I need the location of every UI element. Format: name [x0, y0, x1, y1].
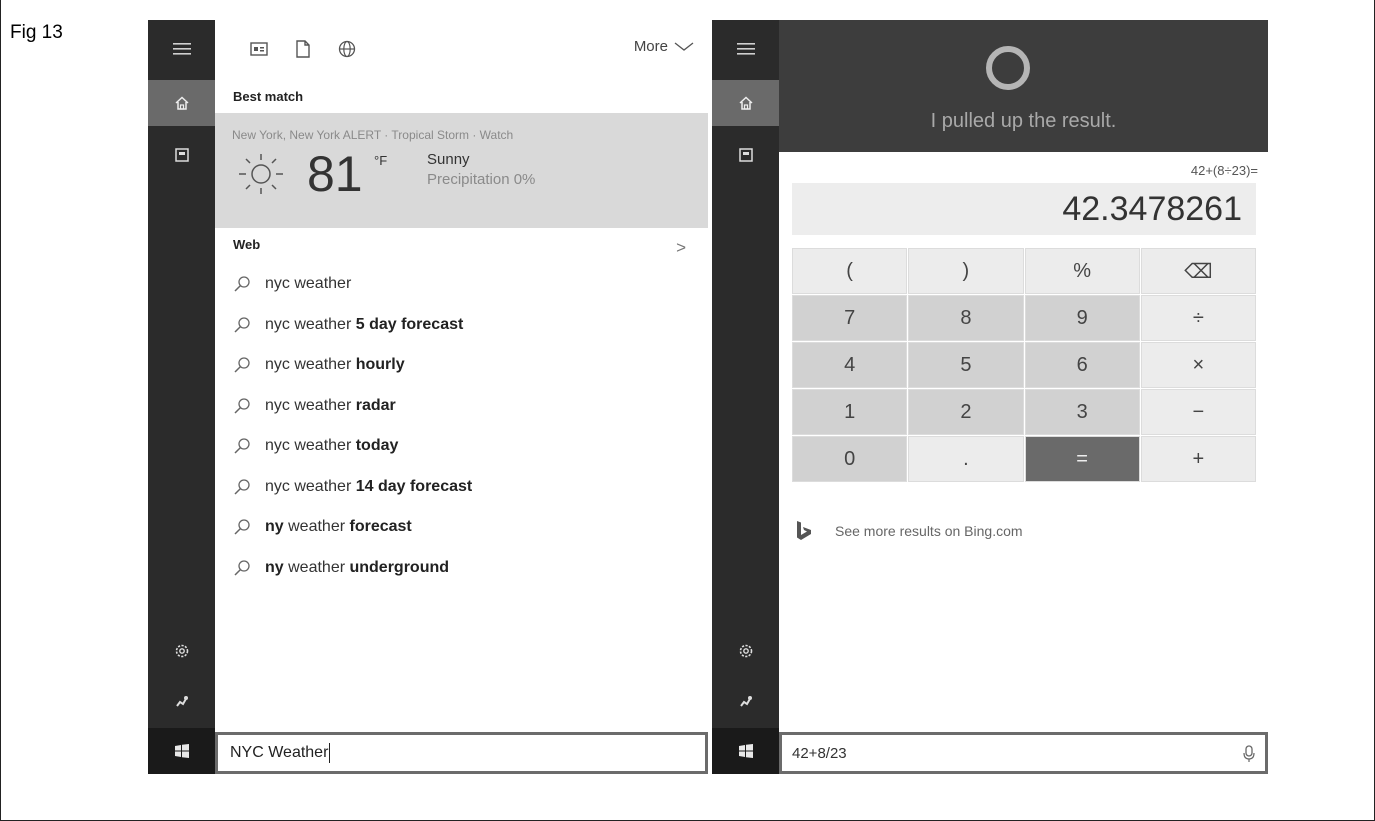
temperature-unit: °F [374, 153, 388, 168]
key-3[interactable]: 3 [1024, 389, 1140, 435]
search-icon [231, 354, 253, 376]
chevron-down-icon [674, 41, 694, 51]
cortana-ring-icon [986, 46, 1030, 90]
suggestion-text: ny weather underground [265, 558, 450, 576]
key-8[interactable]: 8 [908, 295, 1024, 341]
right-sidebar [712, 20, 779, 774]
settings-gear-icon[interactable] [712, 628, 779, 674]
key-divide[interactable]: ÷ [1140, 295, 1256, 341]
search-icon [231, 516, 253, 538]
suggestion-item[interactable]: nyc weather today [215, 426, 708, 467]
more-label: More [633, 38, 668, 55]
key-5[interactable]: 5 [908, 342, 1024, 388]
key-1[interactable]: 1 [792, 389, 908, 435]
feedback-icon[interactable] [712, 678, 779, 724]
key-open-paren[interactable]: ( [792, 248, 908, 294]
calculator-keypad: ( ) % ⌫ 7 8 9 ÷ 4 5 6 × 1 2 3 − 0 . = + [792, 248, 1256, 482]
home-icon[interactable] [712, 80, 779, 126]
suggestion-item[interactable]: nyc weather hourly [215, 345, 708, 386]
notebook-icon[interactable] [148, 132, 215, 178]
web-filter-globe-icon[interactable] [336, 38, 358, 60]
key-minus[interactable]: − [1140, 389, 1256, 435]
microphone-icon[interactable] [1243, 745, 1255, 767]
backspace-icon[interactable]: ⌫ [1140, 248, 1256, 294]
suggestion-text: nyc weather [265, 275, 352, 293]
windows-start-icon[interactable] [712, 728, 779, 774]
key-0[interactable]: 0 [792, 436, 908, 482]
calc-result-display: 42.3478261 [792, 183, 1256, 235]
search-icon [231, 557, 253, 579]
key-4[interactable]: 4 [792, 342, 908, 388]
settings-gear-icon[interactable] [148, 628, 215, 674]
weather-result-card[interactable]: New York, New York ALERT · Tropical Stor… [215, 113, 708, 228]
search-icon [231, 435, 253, 457]
filter-toolbar: More [215, 20, 708, 78]
documents-filter-icon[interactable] [292, 38, 314, 60]
key-plus[interactable]: + [1140, 436, 1256, 482]
key-percent[interactable]: % [1024, 248, 1140, 294]
suggestion-text: ny weather forecast [265, 518, 412, 536]
hamburger-menu-icon[interactable] [712, 26, 779, 72]
key-equals[interactable]: = [1024, 436, 1140, 482]
suggestion-text: nyc weather 5 day forecast [265, 315, 464, 333]
more-filters-button[interactable]: More [634, 38, 694, 55]
apps-filter-icon[interactable] [248, 38, 270, 60]
weather-condition: Sunny [427, 151, 470, 168]
feedback-icon[interactable] [148, 678, 215, 724]
cortana-panel: I pulled up the result. 42+(8÷23)= 42.34… [779, 20, 1268, 774]
cortana-message: I pulled up the result. [930, 110, 1117, 132]
suggestion-item[interactable]: nyc weather 5 day forecast [215, 305, 708, 346]
calc-expression: 42+(8÷23)= [1190, 163, 1258, 178]
suggestion-item[interactable]: nyc weather radar [215, 386, 708, 427]
suggestion-text: nyc weather radar [265, 396, 396, 414]
search-results-panel: More Best match New York, New York ALERT… [215, 20, 708, 774]
key-7[interactable]: 7 [792, 295, 908, 341]
weather-location-alert: New York, New York ALERT · Tropical Stor… [232, 128, 514, 142]
search-icon [231, 476, 253, 498]
search-input-value: NYC Weather [230, 744, 329, 761]
web-more-chevron-icon[interactable]: > [676, 238, 686, 258]
temperature-value: 81 [307, 146, 363, 202]
suggestion-text: nyc weather 14 day forecast [265, 477, 473, 495]
web-suggestions-list: nyc weather nyc weather 5 day forecast n… [215, 264, 708, 588]
key-decimal[interactable]: . [908, 436, 1024, 482]
suggestion-text: nyc weather today [265, 437, 399, 455]
cortana-query-input[interactable]: 42+8/23 [779, 732, 1268, 774]
search-icon [231, 395, 253, 417]
key-2[interactable]: 2 [908, 389, 1024, 435]
key-multiply[interactable]: × [1140, 342, 1256, 388]
search-input[interactable]: NYC Weather [215, 732, 708, 774]
search-icon [231, 314, 253, 336]
suggestion-text: nyc weather hourly [265, 356, 405, 374]
precipitation-text: Precipitation 0% [427, 171, 536, 188]
key-6[interactable]: 6 [1024, 342, 1140, 388]
suggestion-item[interactable]: ny weather forecast [215, 507, 708, 548]
sunny-weather-icon [231, 150, 291, 203]
text-cursor [329, 743, 331, 763]
cortana-header: I pulled up the result. [779, 20, 1268, 152]
query-input-value: 42+8/23 [792, 744, 847, 762]
bing-more-results-link[interactable]: See more results on Bing.com [795, 520, 1023, 542]
suggestion-item[interactable]: nyc weather 14 day forecast [215, 467, 708, 508]
bing-link-text: See more results on Bing.com [835, 523, 1023, 539]
left-sidebar [148, 20, 215, 774]
suggestion-item[interactable]: nyc weather [215, 264, 708, 305]
hamburger-menu-icon[interactable] [148, 26, 215, 72]
home-icon[interactable] [148, 80, 215, 126]
web-heading: Web [233, 237, 261, 252]
search-icon [231, 273, 253, 295]
windows-start-icon[interactable] [148, 728, 215, 774]
bing-logo-icon [797, 521, 811, 540]
suggestion-item[interactable]: ny weather underground [215, 548, 708, 589]
figure-label: Fig 13 [10, 22, 63, 43]
notebook-icon[interactable] [712, 132, 779, 178]
key-9[interactable]: 9 [1024, 295, 1140, 341]
key-close-paren[interactable]: ) [908, 248, 1024, 294]
best-match-heading: Best match [233, 89, 304, 104]
